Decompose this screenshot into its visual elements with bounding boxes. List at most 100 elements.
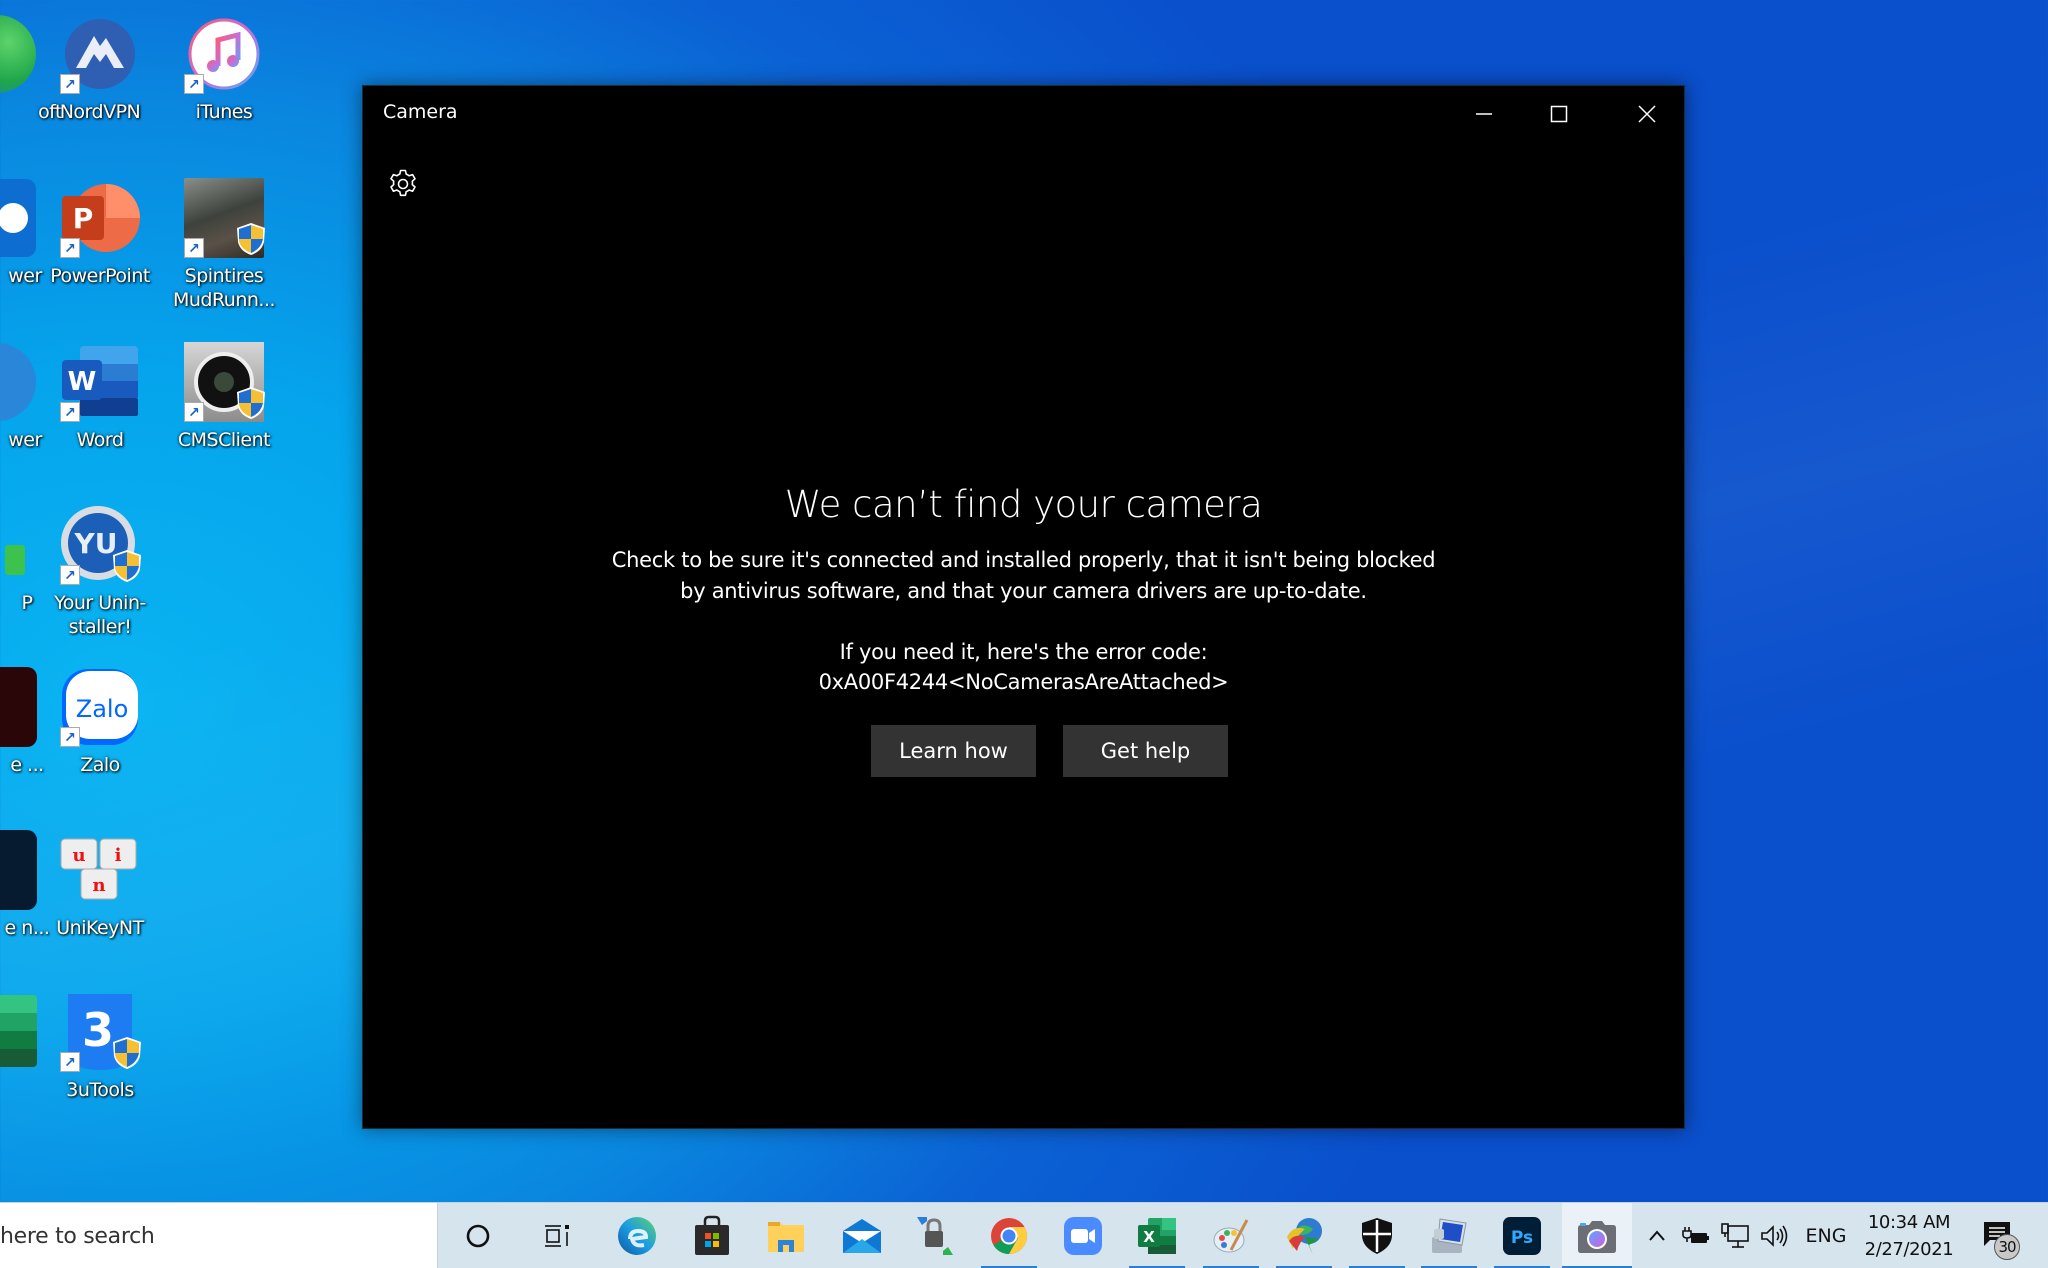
desktop-icon-zalo[interactable]: Zalo ↗ Zalo: [35, 667, 165, 777]
taskbar-cortana[interactable]: [444, 1203, 512, 1268]
chevron-up-icon: [1649, 1230, 1665, 1241]
desktop-icon-cmsclient[interactable]: ↗ CMSClient: [159, 342, 289, 452]
error-description-line-2: by antivirus software, and that your cam…: [680, 579, 1367, 603]
green-app-icon: [0, 505, 37, 585]
desktop-icon-your-uninstaller[interactable]: YU ↗ Your Unin-staller!: [35, 505, 165, 639]
shortcut-arrow-icon: ↗: [184, 402, 204, 422]
dark-red-app-icon: [0, 667, 37, 747]
svg-text:X: X: [1143, 1228, 1155, 1246]
taskbar-camera[interactable]: [1562, 1203, 1632, 1268]
uac-shield-icon: [237, 387, 265, 419]
clock-time: 10:34 AM: [1867, 1212, 1951, 1233]
zoom-camera-icon: [1064, 1217, 1102, 1255]
computer-network-icon: [1432, 1218, 1467, 1253]
uac-shield-icon: [113, 1037, 141, 1069]
desktop-icon-nordvpn[interactable]: ↗ NordVPN: [35, 14, 165, 124]
cmsclient-icon: ↗: [184, 342, 265, 422]
gear-icon: [390, 169, 416, 197]
network-wired-icon: [1721, 1223, 1749, 1248]
svg-text:u: u: [72, 845, 85, 866]
itunes-icon: ↗: [184, 14, 264, 94]
idm-globe-icon: [1287, 1218, 1322, 1255]
svg-text:3: 3: [82, 1003, 114, 1057]
svg-text:Ps: Ps: [1511, 1228, 1533, 1248]
notification-count-badge: 30: [1994, 1234, 2020, 1260]
desktop-icon-3utools[interactable]: 3 ↗ 3uTools: [35, 992, 165, 1102]
edge-green-icon: [0, 14, 37, 94]
clock-button[interactable]: 10:34 AM 2/27/2021: [1862, 1209, 1956, 1263]
word-icon: W ↗: [60, 342, 140, 422]
nordvpn-icon: ↗: [60, 14, 140, 94]
battery-tray-icon-button[interactable]: [1678, 1203, 1714, 1268]
desktop-icon-unikey[interactable]: u i n UniKeyNT: [35, 830, 165, 940]
cortana-circle-icon: [466, 1224, 490, 1248]
desktop-icon-label: Spintires MudRunn...: [172, 265, 276, 311]
dark-blue-app-icon: [0, 830, 37, 910]
uninstaller-icon: YU ↗: [60, 505, 141, 585]
desktop-icon-powerpoint[interactable]: P ↗ PowerPoint: [35, 178, 165, 288]
desktop-icon-label: iTunes: [195, 101, 253, 123]
learn-how-button[interactable]: Learn how: [871, 725, 1036, 777]
desktop-icon-label: 3uTools: [66, 1079, 134, 1101]
teamviewer-icon: [0, 178, 37, 258]
taskbar-network-tool[interactable]: [1415, 1203, 1483, 1268]
uac-shield-icon: [237, 223, 265, 255]
shortcut-arrow-icon: ↗: [60, 74, 80, 94]
speaker-volume-icon: [1761, 1225, 1788, 1247]
taskbar-excel[interactable]: X: [1123, 1203, 1191, 1268]
taskbar-zoom[interactable]: [1049, 1203, 1117, 1268]
taskbar-edge[interactable]: [603, 1203, 671, 1268]
taskbar-search-box[interactable]: here to search: [0, 1203, 438, 1268]
taskbar-mail[interactable]: [828, 1203, 896, 1268]
get-help-button[interactable]: Get help: [1063, 725, 1228, 777]
taskbar-photoshop[interactable]: Ps: [1488, 1203, 1556, 1268]
volume-tray-icon-button[interactable]: [1756, 1203, 1792, 1268]
maximize-button[interactable]: [1522, 86, 1596, 142]
taskbar-vpn-lock-tool[interactable]: [901, 1203, 969, 1268]
maximize-icon: [1550, 105, 1568, 123]
desktop-icon-label: CMSClient: [177, 429, 271, 451]
taskbar-paint[interactable]: [1197, 1203, 1265, 1268]
show-hidden-icons-button[interactable]: [1640, 1203, 1674, 1268]
action-center-button[interactable]: 30: [1972, 1203, 2032, 1268]
minimize-button[interactable]: [1447, 86, 1521, 142]
zalo-icon: Zalo ↗: [60, 667, 140, 747]
task-view-icon: [545, 1225, 569, 1247]
taskbar-windows-security[interactable]: [1343, 1203, 1411, 1268]
svg-text:W: W: [68, 367, 97, 397]
powerpoint-icon: P ↗: [60, 178, 140, 258]
svg-text:Zalo: Zalo: [76, 695, 129, 723]
taskbar-chrome[interactable]: [975, 1203, 1043, 1268]
store-bag-icon: [695, 1215, 729, 1255]
camera-window: Camera We can’t find your camera Check t…: [362, 85, 1685, 1129]
close-button[interactable]: [1610, 86, 1684, 142]
svg-text:n: n: [92, 875, 105, 896]
input-language-button[interactable]: ENG: [1798, 1203, 1854, 1268]
error-code: 0xA00F4244<NoCamerasAreAttached>: [818, 670, 1229, 694]
svg-text:i: i: [115, 845, 122, 866]
taskbar-microsoft-store[interactable]: [678, 1203, 746, 1268]
desktop-icon-label: UniKeyNT: [56, 917, 144, 939]
error-code-intro: If you need it, here's the error code:: [839, 640, 1208, 664]
shortcut-arrow-icon: ↗: [60, 565, 80, 585]
settings-button[interactable]: [381, 162, 425, 206]
shortcut-arrow-icon: ↗: [60, 402, 80, 422]
minimize-icon: [1476, 113, 1492, 115]
desktop-icon-word[interactable]: W ↗ Word: [35, 342, 165, 452]
taskbar-internet-download-manager[interactable]: [1270, 1203, 1338, 1268]
desktop-icon-itunes[interactable]: ↗ iTunes: [159, 14, 289, 124]
shortcut-arrow-icon: ↗: [60, 1052, 80, 1072]
error-description-line-1: Check to be sure it's connected and inst…: [611, 548, 1436, 572]
blue-circle-icon: [0, 342, 37, 422]
chrome-icon: [991, 1218, 1027, 1254]
network-tray-icon-button[interactable]: [1716, 1203, 1754, 1268]
photoshop-icon: Ps: [1503, 1217, 1541, 1255]
desktop-icon-label: NordVPN: [59, 101, 141, 123]
excel-icon: X: [1138, 1218, 1176, 1254]
error-message: We can’t find your camera Check to be su…: [363, 481, 1684, 777]
desktop-icon-spintires[interactable]: ↗ Spintires MudRunn...: [159, 178, 289, 312]
taskbar-task-view[interactable]: [523, 1203, 591, 1268]
taskbar-file-explorer[interactable]: [752, 1203, 820, 1268]
taskbar: here to search X Ps ENG 10:34 AM 2/27/20…: [0, 1202, 2048, 1268]
desktop-icon-label: Word: [76, 429, 124, 451]
